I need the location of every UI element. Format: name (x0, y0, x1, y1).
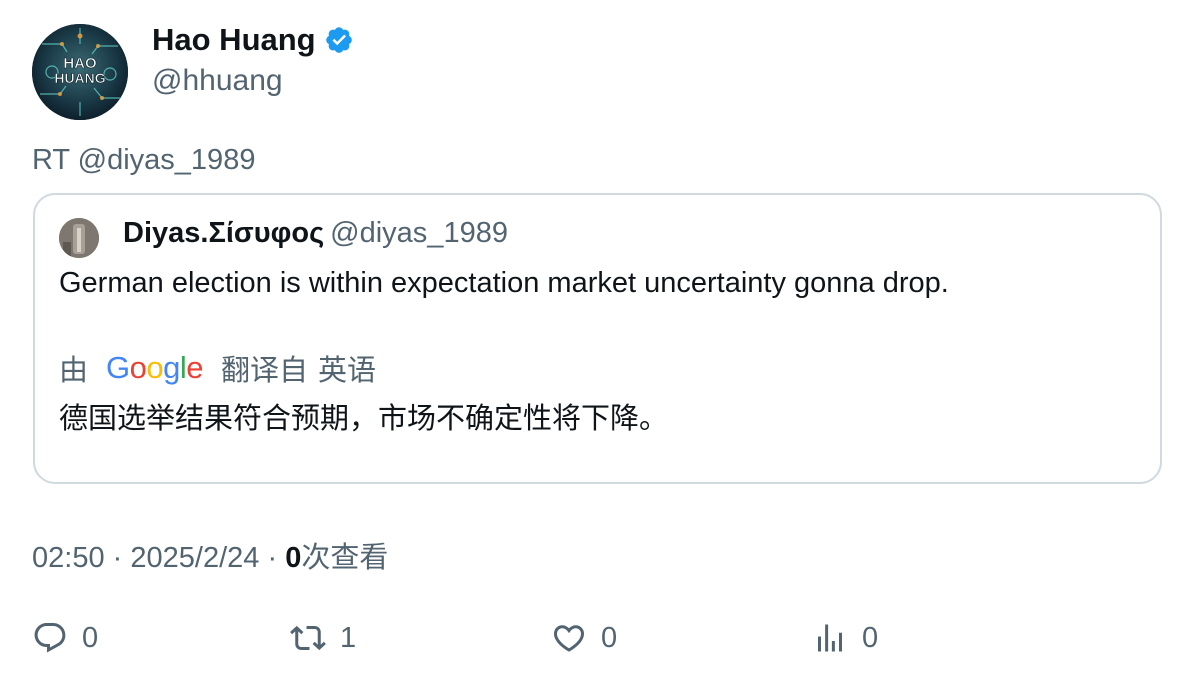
analytics-icon (818, 624, 842, 652)
tweet-meta: 02:50 · 2025/2/24 · 0次查看 (32, 534, 388, 576)
meta-separator: · (112, 542, 123, 574)
reply-count: 0 (82, 621, 99, 654)
retweet-button[interactable]: 1 (290, 620, 356, 656)
author-display-name[interactable]: Hao Huang (152, 22, 354, 58)
translated-text: 德国选举结果符合预期，市场不确定性将下降。 (59, 403, 669, 435)
tweet-date[interactable]: 2025/2/24 (130, 542, 259, 574)
quoted-author-avatar (59, 218, 99, 258)
views-count: 0 (285, 542, 302, 574)
author-handle[interactable]: @hhuang (152, 64, 283, 98)
author-avatar[interactable]: HAO HUANG (32, 24, 128, 120)
tweet-text: RT @diyas_1989 (32, 144, 256, 176)
translate-language: 英语 (318, 355, 377, 387)
translate-prefix: 由 (59, 355, 89, 387)
google-logo: Google (106, 350, 204, 385)
like-count: 0 (601, 621, 618, 654)
action-bar: 0 1 0 0 (32, 620, 1164, 660)
tweet-time[interactable]: 02:50 (32, 542, 105, 574)
author-name-text: Hao Huang (152, 22, 316, 57)
meta-separator: · (267, 542, 278, 574)
translate-suffix: 翻译自 (221, 355, 309, 387)
reply-icon (34, 623, 66, 653)
views-label: 次查看 (301, 542, 389, 574)
verified-badge-icon[interactable] (324, 25, 354, 55)
avatar-image: HAO HUANG (32, 24, 128, 120)
retweet-count: 1 (340, 621, 357, 654)
views-button[interactable]: 0 (812, 620, 878, 656)
quoted-author-line: Diyas.Σίσυφος @diyas_1989 (123, 217, 508, 250)
quoted-handle: @diyas_1989 (330, 217, 508, 249)
heart-icon (553, 625, 585, 652)
svg-text:HUANG: HUANG (54, 70, 105, 86)
quoted-display-name: Diyas.Σίσυφος (123, 217, 325, 249)
reply-button[interactable]: 0 (32, 620, 98, 656)
quoted-tweet-text: German election is within expectation ma… (59, 267, 949, 299)
like-button[interactable]: 0 (551, 620, 617, 656)
views-action-count: 0 (862, 621, 879, 654)
quoted-tweet-card[interactable]: Diyas.Σίσυφος @diyas_1989 German election… (33, 193, 1162, 484)
retweet-icon (290, 625, 326, 651)
translation-attribution: 由 Google 翻译自 英语 (59, 347, 376, 389)
